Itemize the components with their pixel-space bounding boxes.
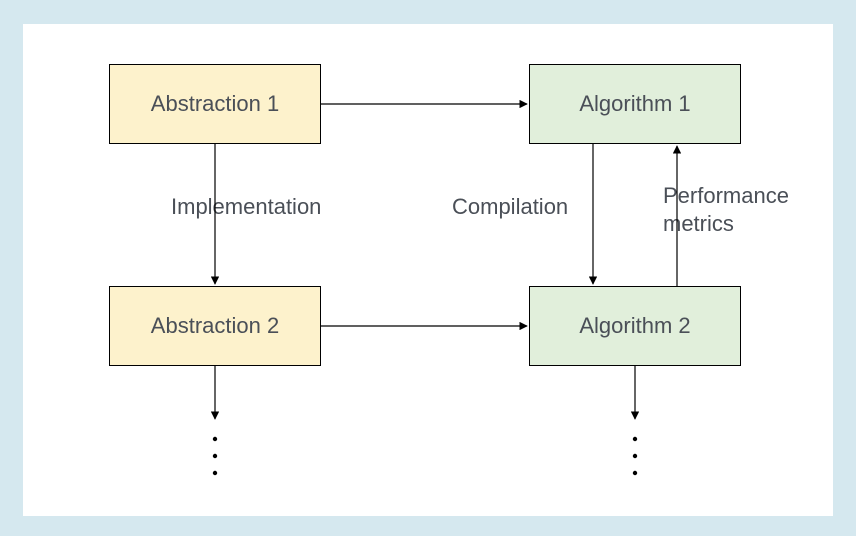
- diagram-canvas: Abstraction 1 Algorithm 1 Abstraction 2 …: [23, 24, 833, 516]
- node-abstraction-1: Abstraction 1: [109, 64, 321, 144]
- edge-label-implementation: Implementation: [171, 194, 321, 220]
- edge-label-performance: Performance metrics: [663, 182, 789, 238]
- node-abstraction-2: Abstraction 2: [109, 286, 321, 366]
- node-label: Algorithm 1: [579, 91, 690, 117]
- node-label: Abstraction 2: [151, 313, 279, 339]
- node-algorithm-1: Algorithm 1: [529, 64, 741, 144]
- node-label: Abstraction 1: [151, 91, 279, 117]
- edge-label-compilation: Compilation: [452, 194, 568, 220]
- node-algorithm-2: Algorithm 2: [529, 286, 741, 366]
- node-label: Algorithm 2: [579, 313, 690, 339]
